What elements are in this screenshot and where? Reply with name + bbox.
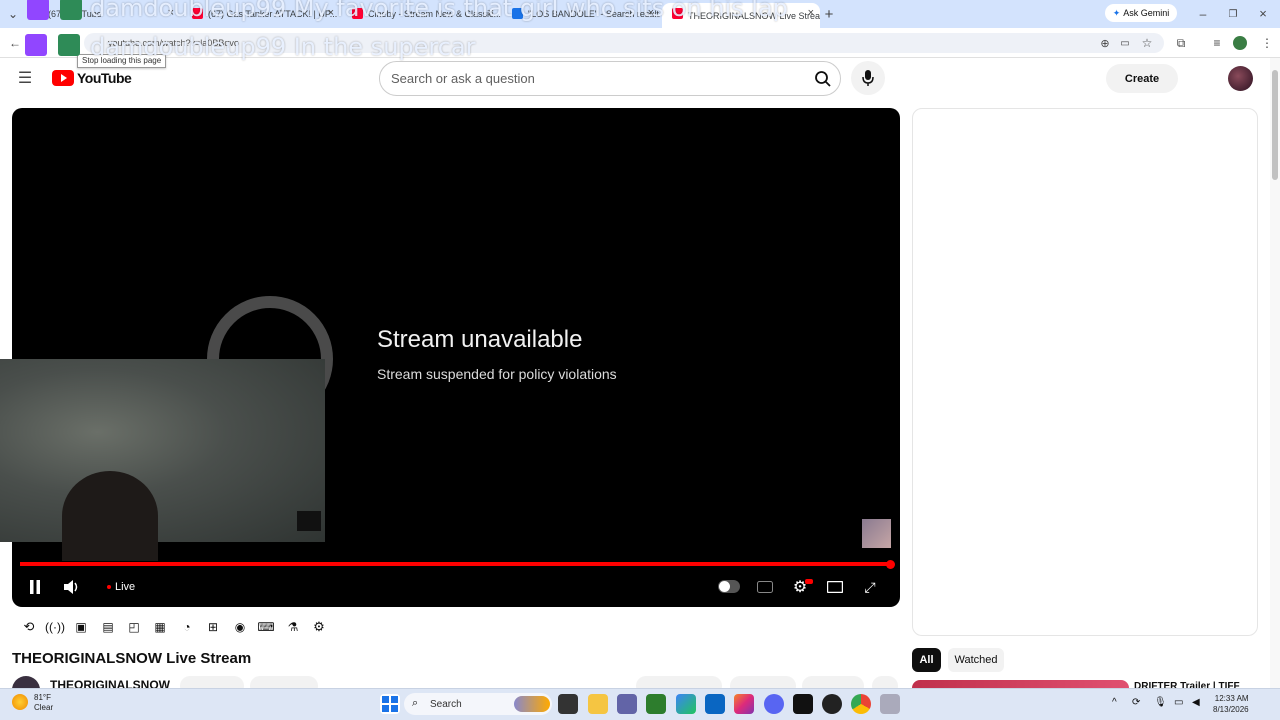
- speaker-icon[interactable]: ◀: [1192, 697, 1200, 708]
- profile-icon[interactable]: [1233, 36, 1247, 50]
- streamer-silhouette: [62, 471, 158, 561]
- fullscreen-icon[interactable]: ⤢: [860, 577, 880, 597]
- chat-message: In the supercar: [293, 33, 476, 61]
- picture-in-picture-icon[interactable]: ▣: [71, 617, 91, 637]
- display-icon[interactable]: ▭: [1174, 697, 1183, 708]
- maximize-icon[interactable]: ❐: [1224, 5, 1242, 23]
- user-avatar-icon: [58, 34, 80, 56]
- sync-icon[interactable]: ⟳: [1132, 697, 1140, 708]
- youtube-logo-icon[interactable]: [52, 70, 74, 86]
- create-button[interactable]: Create: [1106, 64, 1178, 93]
- error-title: Stream unavailable: [377, 326, 583, 353]
- keyboard-icon[interactable]: ⌨: [256, 617, 276, 637]
- live-label[interactable]: Live: [115, 581, 135, 593]
- close-tab-icon[interactable]: ×: [808, 7, 814, 19]
- channel-watermark[interactable]: [862, 519, 891, 548]
- microphone-icon[interactable]: [851, 61, 885, 95]
- obs-icon[interactable]: [822, 694, 842, 714]
- bookmark-star-icon[interactable]: ☆: [1138, 34, 1156, 52]
- tab-search-icon[interactable]: ⌄: [4, 5, 22, 23]
- autoplay-toggle[interactable]: [718, 580, 740, 593]
- account-avatar[interactable]: [1228, 66, 1253, 91]
- file-explorer-icon[interactable]: [588, 694, 608, 714]
- copilot-icon[interactable]: [676, 694, 696, 714]
- add-frame-icon[interactable]: ⊞: [203, 617, 223, 637]
- volume-icon[interactable]: [62, 577, 82, 597]
- webcam-overlay: [0, 359, 325, 561]
- terminal-icon[interactable]: [646, 694, 666, 714]
- weather-desc: Clear: [34, 703, 54, 712]
- hd-badge: [805, 579, 813, 584]
- ask-gemini-label: Ask Gemini: [1123, 8, 1170, 18]
- youtube-logo-text[interactable]: YouTube: [77, 70, 132, 86]
- taskbar-search-label: Search: [430, 698, 462, 710]
- ask-gemini-button[interactable]: ✦ Ask Gemini: [1105, 4, 1177, 22]
- speedometer-icon[interactable]: ◔: [177, 617, 197, 637]
- app-icon[interactable]: [880, 694, 900, 714]
- autoplay-knob: [719, 581, 730, 592]
- cinema-icon[interactable]: ▦: [150, 617, 170, 637]
- twitch-icon: [27, 0, 49, 20]
- video-title: THEORIGINALSNOW Live Stream: [12, 650, 252, 667]
- scrollbar-thumb[interactable]: [1272, 70, 1278, 180]
- hamburger-menu-icon[interactable]: ☰: [16, 69, 34, 87]
- teams-icon[interactable]: [617, 694, 637, 714]
- scrubber-handle[interactable]: [886, 560, 895, 569]
- task-view-icon[interactable]: [558, 694, 578, 714]
- chat-message: My favorite is that girl who sits on his…: [293, 0, 788, 22]
- capcut-icon[interactable]: [793, 694, 813, 714]
- clock-date: 8/13/2026: [1213, 705, 1249, 714]
- theater-mode-icon[interactable]: [825, 577, 845, 597]
- tray-chevron-icon[interactable]: ^: [1112, 697, 1117, 708]
- twitch-icon: [25, 34, 47, 56]
- extensions-icon[interactable]: ⧉: [1172, 34, 1190, 52]
- broadcast-icon[interactable]: ((·)): [45, 617, 65, 637]
- search-input[interactable]: Search or ask a question: [379, 61, 841, 96]
- chat-overlay-line-1: damdoubleup99 My favorite is that girl w…: [90, 0, 788, 22]
- error-subtitle: Stream suspended for policy violations: [377, 366, 617, 382]
- clock-time: 12:33 AM: [1214, 694, 1249, 703]
- captions-icon[interactable]: [755, 577, 775, 597]
- chip-watched[interactable]: Watched: [948, 648, 1004, 672]
- clapperboard-icon[interactable]: ▤: [98, 617, 118, 637]
- minimize-icon[interactable]: –: [1194, 5, 1212, 23]
- store-icon[interactable]: [705, 694, 725, 714]
- new-tab-icon[interactable]: +: [820, 5, 838, 23]
- clock[interactable]: 12:33 AM 8/13/2026: [1213, 693, 1249, 715]
- flask-icon[interactable]: ⚗: [283, 617, 303, 637]
- chat-user: damdoubleup99: [90, 33, 287, 61]
- zoom-icon[interactable]: ⊕: [1096, 34, 1114, 52]
- screenshot-icon[interactable]: ◉: [230, 617, 250, 637]
- media-controls-icon[interactable]: ≡: [1208, 34, 1226, 52]
- search-highlight-icon: [514, 696, 550, 712]
- chat-overlay-line-2: damdoubleup99 In the supercar: [90, 33, 476, 61]
- cast-icon[interactable]: ▭: [1116, 34, 1134, 52]
- windows-taskbar: [0, 688, 1280, 720]
- windows-start-icon[interactable]: [380, 694, 400, 714]
- user-avatar-icon: [60, 0, 82, 20]
- extension-settings-icon[interactable]: ⚙: [309, 617, 329, 637]
- chrome-icon[interactable]: [851, 694, 871, 714]
- back-icon[interactable]: ←: [6, 34, 24, 52]
- aspect-ratio-icon[interactable]: ◰: [124, 617, 144, 637]
- webcam-corner-overlay: [297, 511, 321, 531]
- search-icon[interactable]: [808, 64, 838, 94]
- search-icon: ⌕: [412, 697, 419, 709]
- close-window-icon[interactable]: ×: [1254, 4, 1272, 22]
- chip-all[interactable]: All: [912, 648, 941, 672]
- live-chat-panel: [912, 108, 1258, 636]
- loop-icon[interactable]: ⟲: [19, 617, 39, 637]
- gemini-sparkle-icon: ✦: [1112, 7, 1121, 18]
- discord-icon[interactable]: [764, 694, 784, 714]
- instagram-icon[interactable]: [734, 694, 754, 714]
- progress-bar[interactable]: [20, 562, 891, 566]
- weather-temp: 81°F: [34, 693, 51, 702]
- live-dot: [107, 585, 111, 589]
- weather-icon[interactable]: [12, 694, 28, 710]
- weather-widget[interactable]: 81°F Clear: [34, 693, 53, 713]
- mic-tray-icon[interactable]: 🎙: [1154, 697, 1167, 708]
- pause-icon[interactable]: [25, 577, 45, 597]
- browser-menu-icon[interactable]: ⋮: [1258, 34, 1276, 52]
- chat-user: damdoubleup99: [90, 0, 287, 22]
